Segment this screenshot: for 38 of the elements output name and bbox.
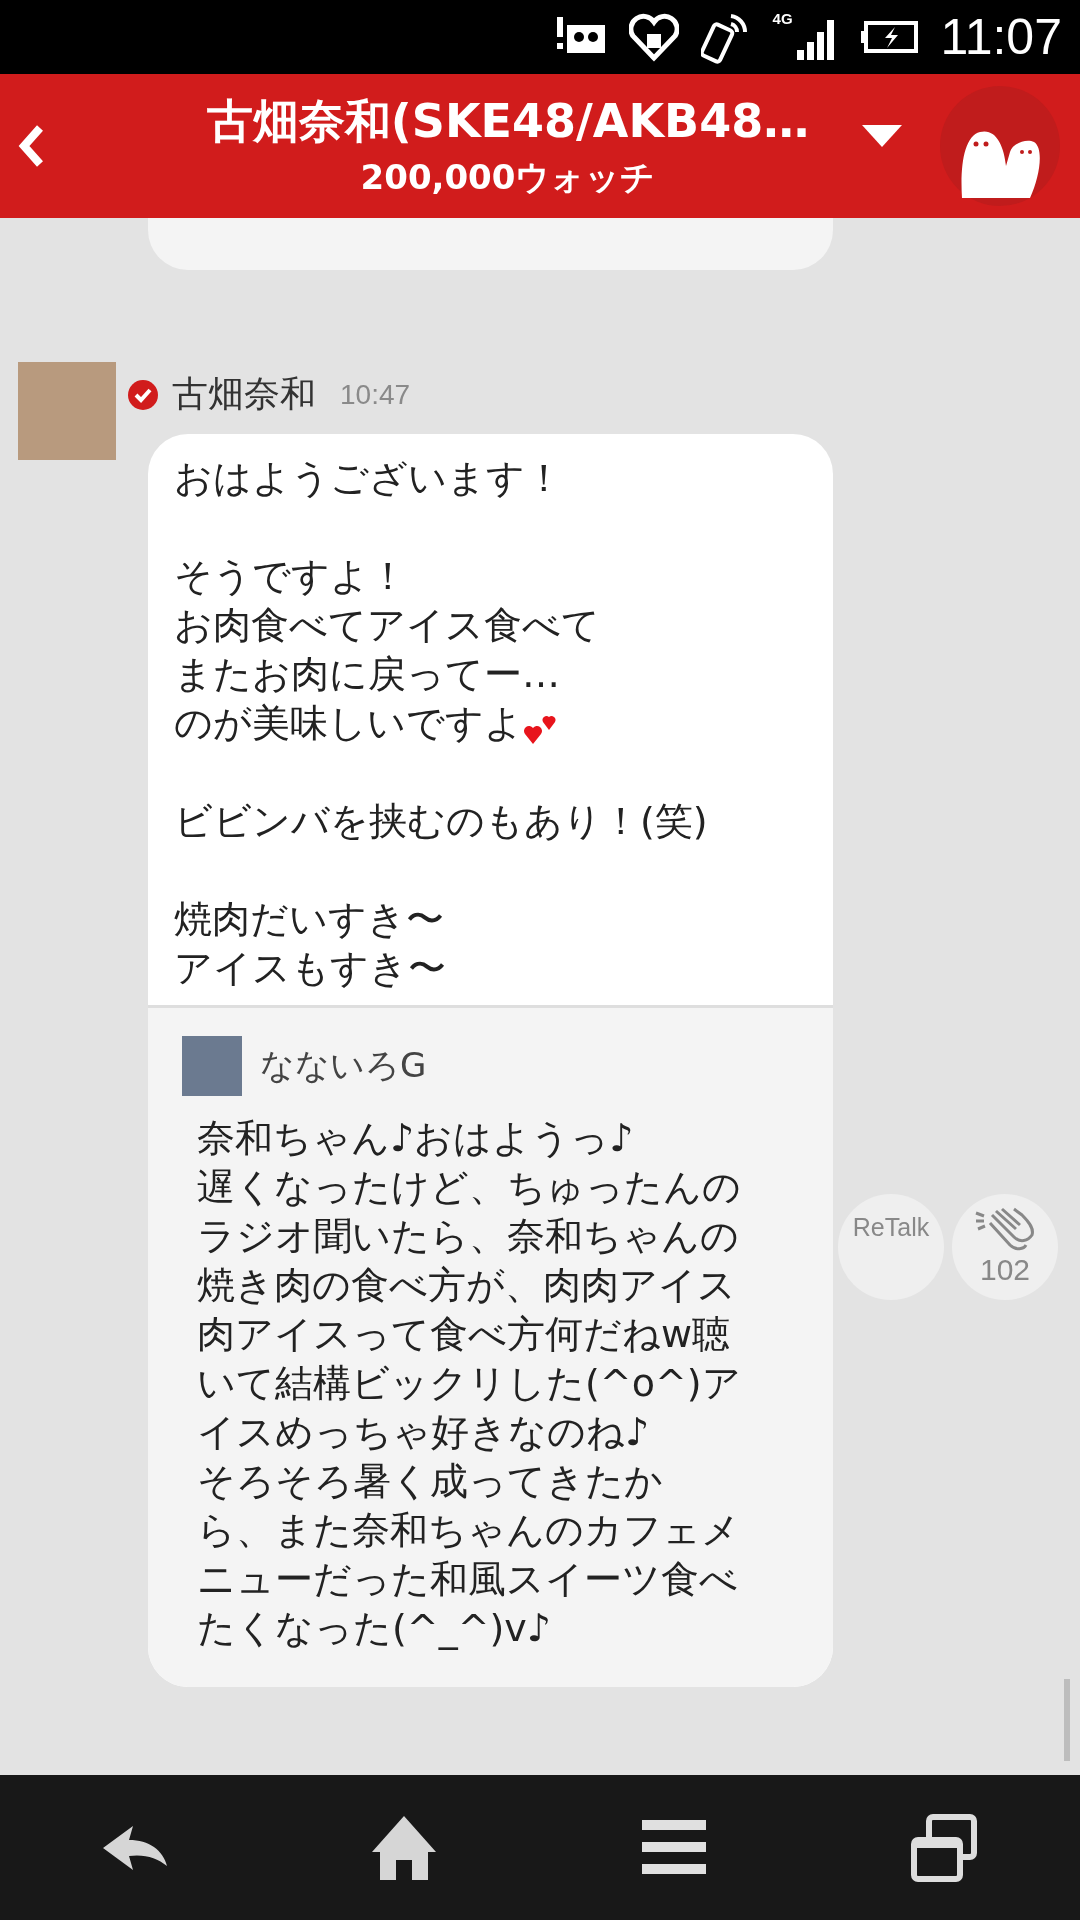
- channel-title: 古畑奈和(SKE48/AKB48…: [206, 93, 810, 150]
- recent-apps-icon[interactable]: [911, 1813, 978, 1882]
- battery-icon: [860, 21, 919, 53]
- home-icon[interactable]: [372, 1815, 437, 1880]
- clapping-hands-icon: [974, 1207, 1036, 1253]
- retalk-button[interactable]: ReTalk: [838, 1194, 944, 1300]
- message-text: 焼肉だいすき〜: [174, 896, 445, 943]
- quote-text: そろそろ暑く成ってきたか: [197, 1458, 664, 1505]
- quote-text: ラジオ聞いたら、奈和ちゃんの: [197, 1213, 740, 1260]
- mascot-avatar-icon[interactable]: [940, 86, 1060, 206]
- quote-text: たくなった(^_^)v♪: [197, 1605, 553, 1652]
- quote-text: 遅くなったけど、ちゅったんの: [197, 1164, 742, 1211]
- quote-text: ら、また奈和ちゃんのカフェメ: [197, 1507, 741, 1554]
- clock-time: 11:07: [940, 8, 1062, 66]
- message-text: おはようございます！: [174, 455, 564, 502]
- watch-count: 200,000ウォッチ: [360, 156, 656, 199]
- quote-text: 焼き肉の食べ方が、肉肉アイス: [197, 1262, 737, 1309]
- back-icon[interactable]: [102, 1823, 167, 1872]
- heart-icon: [628, 12, 679, 62]
- message-text: ビビンバを挟むのもあり！(笑): [174, 798, 709, 845]
- message-text: アイスもすき〜: [174, 945, 447, 992]
- message-text: のが美味しいですよ: [174, 699, 807, 748]
- author-name: 古畑奈和: [172, 372, 316, 416]
- quote-text: 肉アイスって食べ方何だねw聴: [197, 1311, 732, 1358]
- dropdown-icon[interactable]: [862, 125, 902, 147]
- quote-text: 奈和ちゃん♪おはようっ♪: [197, 1115, 635, 1162]
- message-text: お肉食べてアイス食べて: [174, 602, 601, 649]
- quote-text: いて結構ビックリした(^o^)ア: [197, 1360, 742, 1407]
- message-text: またお肉に戻ってー…: [174, 651, 561, 698]
- network-type: 4G: [772, 10, 793, 27]
- post-time: 10:47: [340, 378, 411, 411]
- quote-text: ニューだった和風スイーツ食べ: [197, 1556, 739, 1603]
- clap-button[interactable]: 102: [952, 1194, 1058, 1300]
- quote-text: イスめっちゃ好きなのね♪: [197, 1409, 651, 1456]
- photo-placeholder: [182, 1036, 242, 1096]
- menu-icon[interactable]: [641, 1819, 706, 1876]
- message-text: そうですよ！: [174, 553, 408, 600]
- quote-author: なないろG: [260, 1044, 427, 1087]
